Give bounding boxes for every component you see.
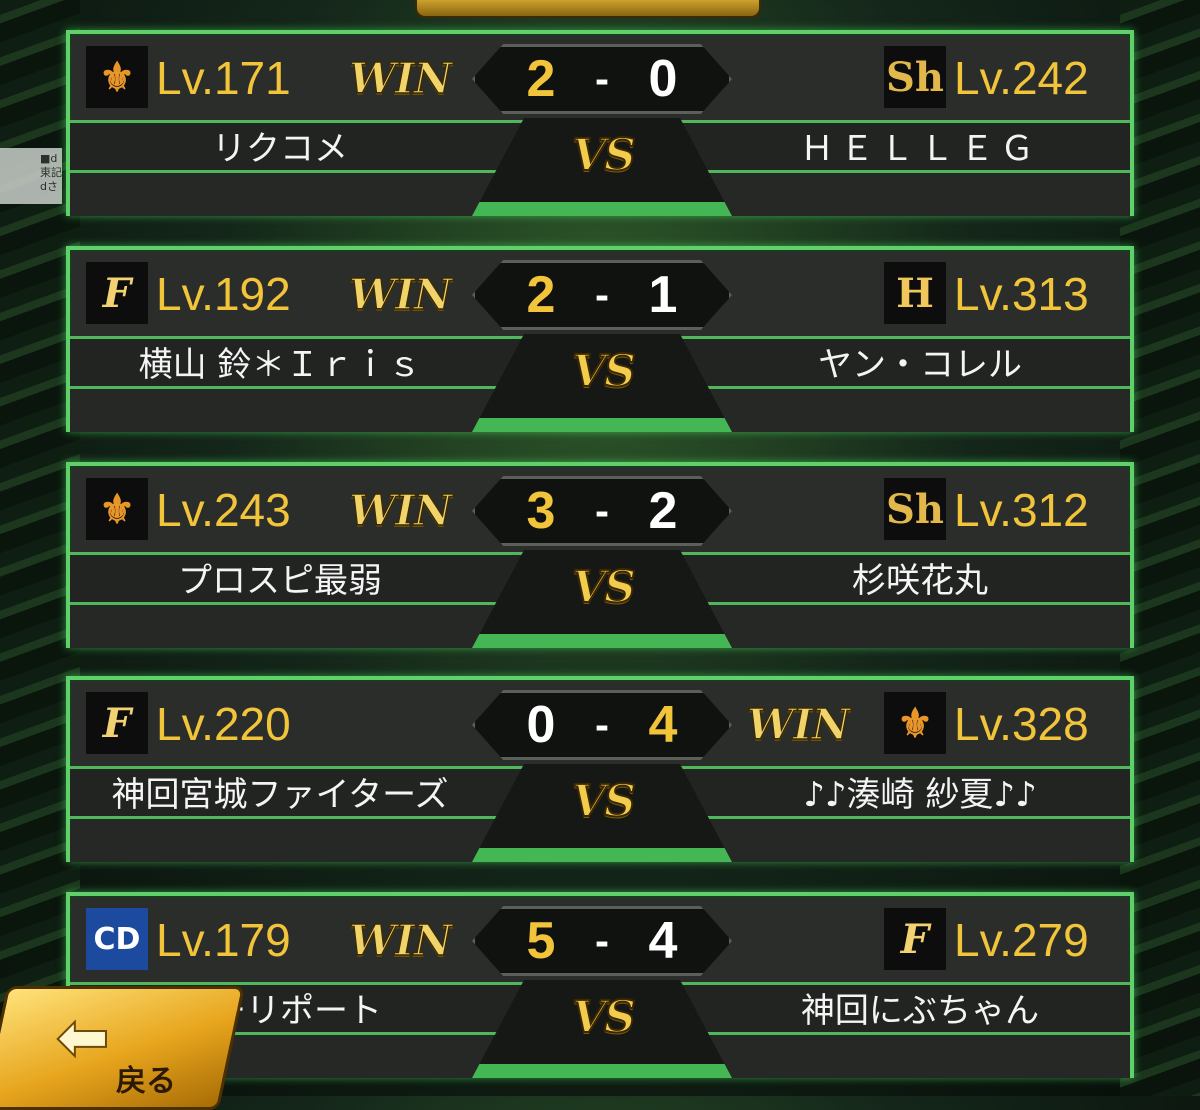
vs-label: VS bbox=[571, 561, 637, 614]
right-player-name: 杉咲花丸 bbox=[852, 561, 988, 601]
giants-logo-icon: ⚜ bbox=[86, 46, 148, 108]
left-level: Lv.243 bbox=[156, 484, 291, 536]
right-win-badge: WIN bbox=[746, 699, 851, 750]
score-display: 5 - 4 bbox=[472, 906, 732, 976]
left-level: Lv.220 bbox=[156, 698, 291, 750]
match-card[interactable]: ⚜ Lv.171 WIN 2 - 0 Sh Lv.242 リクコメ VS ＨＥＬ… bbox=[66, 30, 1134, 216]
side-thumbnail-text: ■d 東記 dさ bbox=[40, 152, 62, 193]
score-display: 2 - 0 bbox=[472, 44, 732, 114]
left-score: 0 bbox=[526, 696, 556, 754]
left-win-badge: WIN bbox=[348, 269, 453, 320]
left-level: Lv.179 bbox=[156, 914, 291, 966]
right-score: 0 bbox=[648, 50, 678, 108]
score-dash: - bbox=[595, 55, 609, 102]
score-display: 3 - 2 bbox=[472, 476, 732, 546]
vs-label: VS bbox=[571, 129, 637, 182]
right-level: Lv.328 bbox=[954, 698, 1089, 750]
side-thumbnail: ■d 東記 dさ bbox=[0, 148, 62, 204]
fighters-logo-icon: F bbox=[884, 908, 946, 970]
left-player-name: 神回宮城ファイターズ bbox=[111, 775, 449, 815]
left-score: 2 bbox=[526, 266, 556, 324]
left-score: 5 bbox=[526, 912, 556, 970]
right-score: 2 bbox=[648, 482, 678, 540]
right-player-name: ♪♪湊崎 紗夏♪♪ bbox=[803, 775, 1037, 815]
vs-label: VS bbox=[571, 775, 637, 828]
right-player-name: 神回にぶちゃん bbox=[800, 991, 1040, 1031]
left-win-badge: WIN bbox=[348, 485, 453, 536]
fighters-logo-icon: F bbox=[86, 692, 148, 754]
giants-logo-icon: ⚜ bbox=[884, 692, 946, 754]
match-card[interactable]: ⚜ Lv.243 WIN 3 - 2 Sh Lv.312 プロスピ最弱 VS 杉… bbox=[66, 462, 1134, 648]
left-level: Lv.171 bbox=[156, 52, 291, 104]
left-player-name: 横山 鈴＊Ｉｒｉｓ bbox=[138, 345, 422, 385]
left-score: 3 bbox=[526, 482, 556, 540]
score-display: 0 - 4 bbox=[472, 690, 732, 760]
score-dash: - bbox=[595, 487, 609, 534]
right-level: Lv.312 bbox=[954, 484, 1089, 536]
top-tab bbox=[415, 0, 761, 18]
right-score: 1 bbox=[648, 266, 678, 324]
left-win-badge: WIN bbox=[348, 915, 453, 966]
right-score: 4 bbox=[648, 912, 678, 970]
right-score: 4 bbox=[648, 696, 678, 754]
fighters-logo-icon: F bbox=[86, 262, 148, 324]
left-level: Lv.192 bbox=[156, 268, 291, 320]
hawks-logo-icon: Sh bbox=[884, 46, 946, 108]
vs-label: VS bbox=[571, 991, 637, 1044]
left-win-badge: WIN bbox=[348, 53, 453, 104]
score-dash: - bbox=[595, 917, 609, 964]
dragons-logo-icon: CD bbox=[86, 908, 148, 970]
match-card[interactable]: F Lv.192 WIN 2 - 1 H Lv.313 横山 鈴＊Ｉｒｉｓ VS… bbox=[66, 246, 1134, 432]
tigers-logo-icon: H bbox=[884, 262, 946, 324]
hawks-logo-icon: Sh bbox=[884, 478, 946, 540]
left-score: 2 bbox=[526, 50, 556, 108]
right-player-name: ＨＥＬＬＥＧ bbox=[800, 129, 1040, 169]
right-level: Lv.313 bbox=[954, 268, 1089, 320]
left-player-name: プロスピ最弱 bbox=[178, 561, 382, 601]
back-button-label[interactable]: 戻る bbox=[116, 1056, 176, 1100]
score-dash: - bbox=[595, 271, 609, 318]
score-dash: - bbox=[595, 701, 609, 748]
vs-label: VS bbox=[571, 345, 637, 398]
right-level: Lv.242 bbox=[954, 52, 1089, 104]
left-player-name: リクコメ bbox=[212, 129, 348, 169]
right-level: Lv.279 bbox=[954, 914, 1089, 966]
giants-logo-icon: ⚜ bbox=[86, 478, 148, 540]
right-player-name: ヤン・コレル bbox=[818, 345, 1022, 385]
match-card[interactable]: F Lv.220 0 - 4 WIN ⚜ Lv.328 神回宮城ファイターズ V… bbox=[66, 676, 1134, 862]
score-display: 2 - 1 bbox=[472, 260, 732, 330]
